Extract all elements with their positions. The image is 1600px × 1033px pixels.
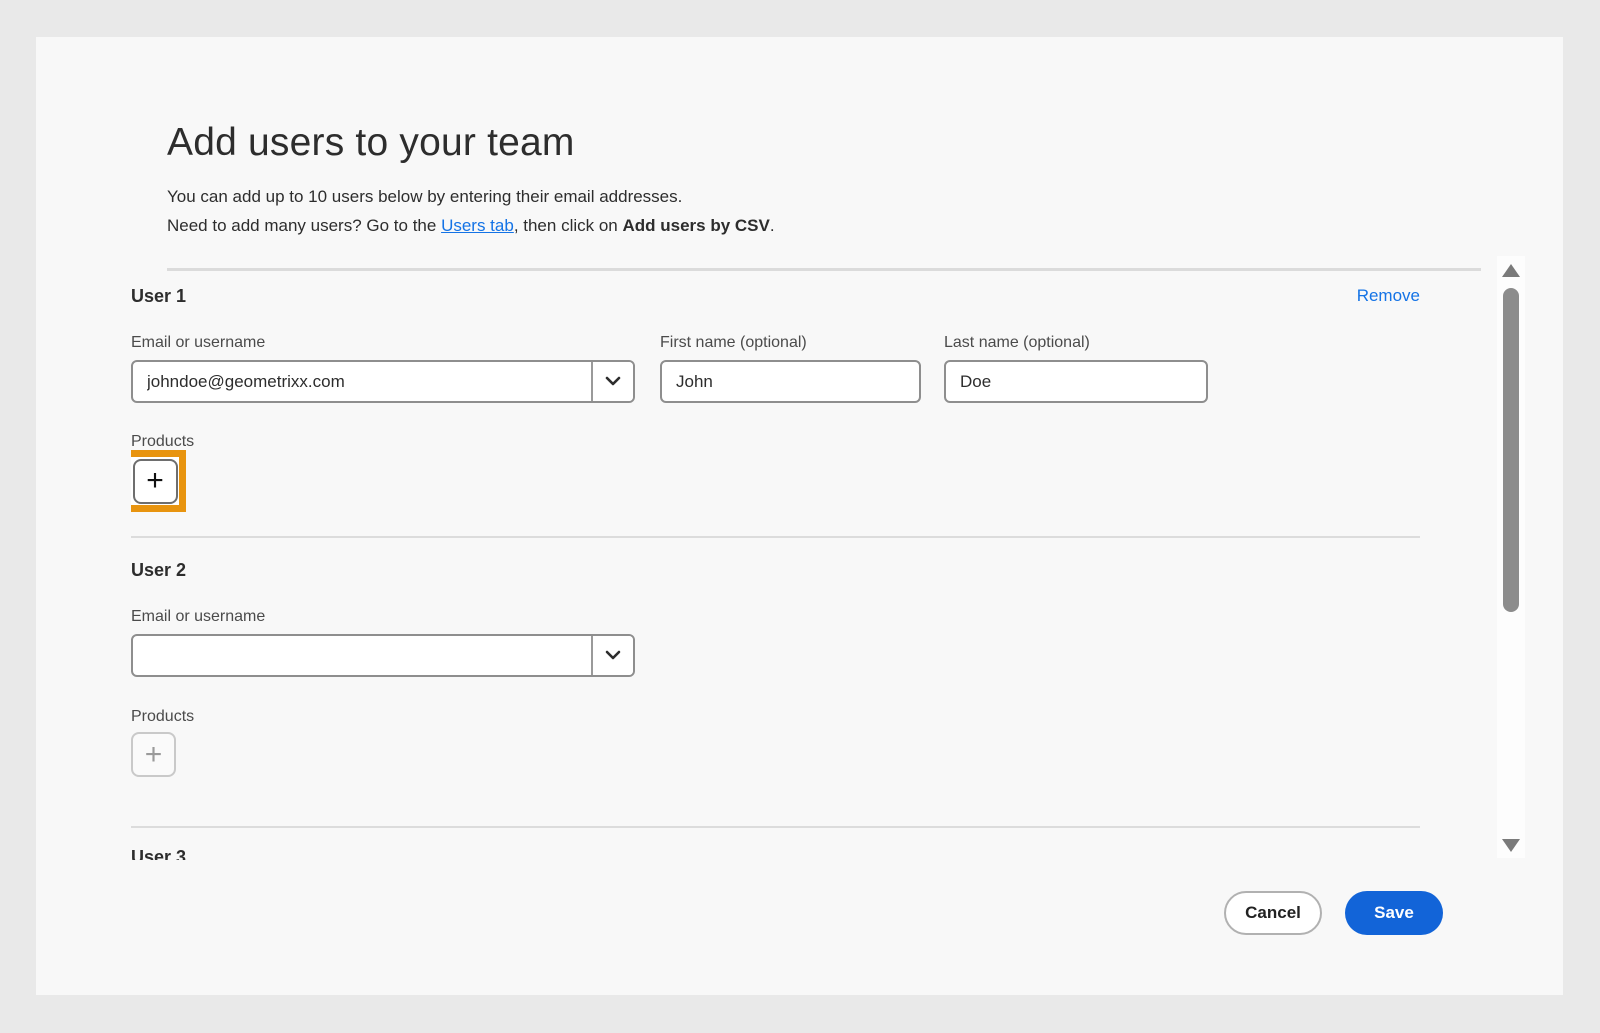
plus-icon: + — [145, 740, 163, 770]
remove-user-1-link[interactable]: Remove — [1357, 285, 1420, 307]
scroll-up-icon[interactable] — [1502, 264, 1520, 277]
user-1-last-name-input[interactable] — [944, 360, 1208, 403]
chevron-down-icon — [605, 374, 621, 389]
user-1-first-name-input[interactable] — [660, 360, 921, 403]
user-2-email-label: Email or username — [131, 608, 265, 626]
user-2-email-combobox — [131, 634, 635, 677]
user-1-email-combobox — [131, 360, 635, 403]
user-section-divider — [131, 536, 1420, 538]
page-title: Add users to your team — [167, 121, 575, 165]
intro-text-line1: You can add up to 10 users below by ente… — [167, 187, 682, 207]
users-scroll-area: User 1 Remove Email or username First na… — [131, 252, 1420, 860]
user-1-email-label: Email or username — [131, 334, 265, 352]
user-section-divider — [131, 826, 1420, 828]
user-2-add-product-button[interactable]: + — [131, 732, 176, 777]
user-1-add-product-button[interactable]: + — [133, 459, 178, 504]
chevron-down-icon — [605, 648, 621, 663]
save-button[interactable]: Save — [1345, 891, 1443, 935]
user-2-heading: User 2 — [131, 559, 186, 581]
intro-text-line2: Need to add many users? Go to the Users … — [167, 216, 775, 236]
user-2-email-dropdown-button[interactable] — [591, 636, 633, 675]
scrollbar-thumb[interactable] — [1503, 288, 1519, 612]
intro-text-mid: , then click on — [514, 216, 623, 235]
users-tab-link[interactable]: Users tab — [441, 216, 514, 235]
user-1-email-input[interactable] — [133, 362, 591, 401]
plus-icon: + — [146, 466, 164, 496]
cancel-button[interactable]: Cancel — [1224, 891, 1322, 935]
user-1-products-label: Products — [131, 433, 194, 451]
user-1-email-dropdown-button[interactable] — [591, 362, 633, 401]
add-users-by-csv-text: Add users by CSV — [622, 216, 769, 235]
user-2-email-input[interactable] — [133, 636, 591, 675]
click-target-highlight: + — [131, 450, 186, 512]
intro-text-suffix: . — [770, 216, 775, 235]
user-1-first-name-label: First name (optional) — [660, 334, 807, 352]
user-1-last-name-label: Last name (optional) — [944, 334, 1090, 352]
user-3-heading: User 3 — [131, 846, 186, 860]
user-1-heading: User 1 — [131, 285, 186, 307]
scroll-down-icon[interactable] — [1502, 839, 1520, 852]
user-2-products-label: Products — [131, 708, 194, 726]
intro-text-prefix: Need to add many users? Go to the — [167, 216, 441, 235]
